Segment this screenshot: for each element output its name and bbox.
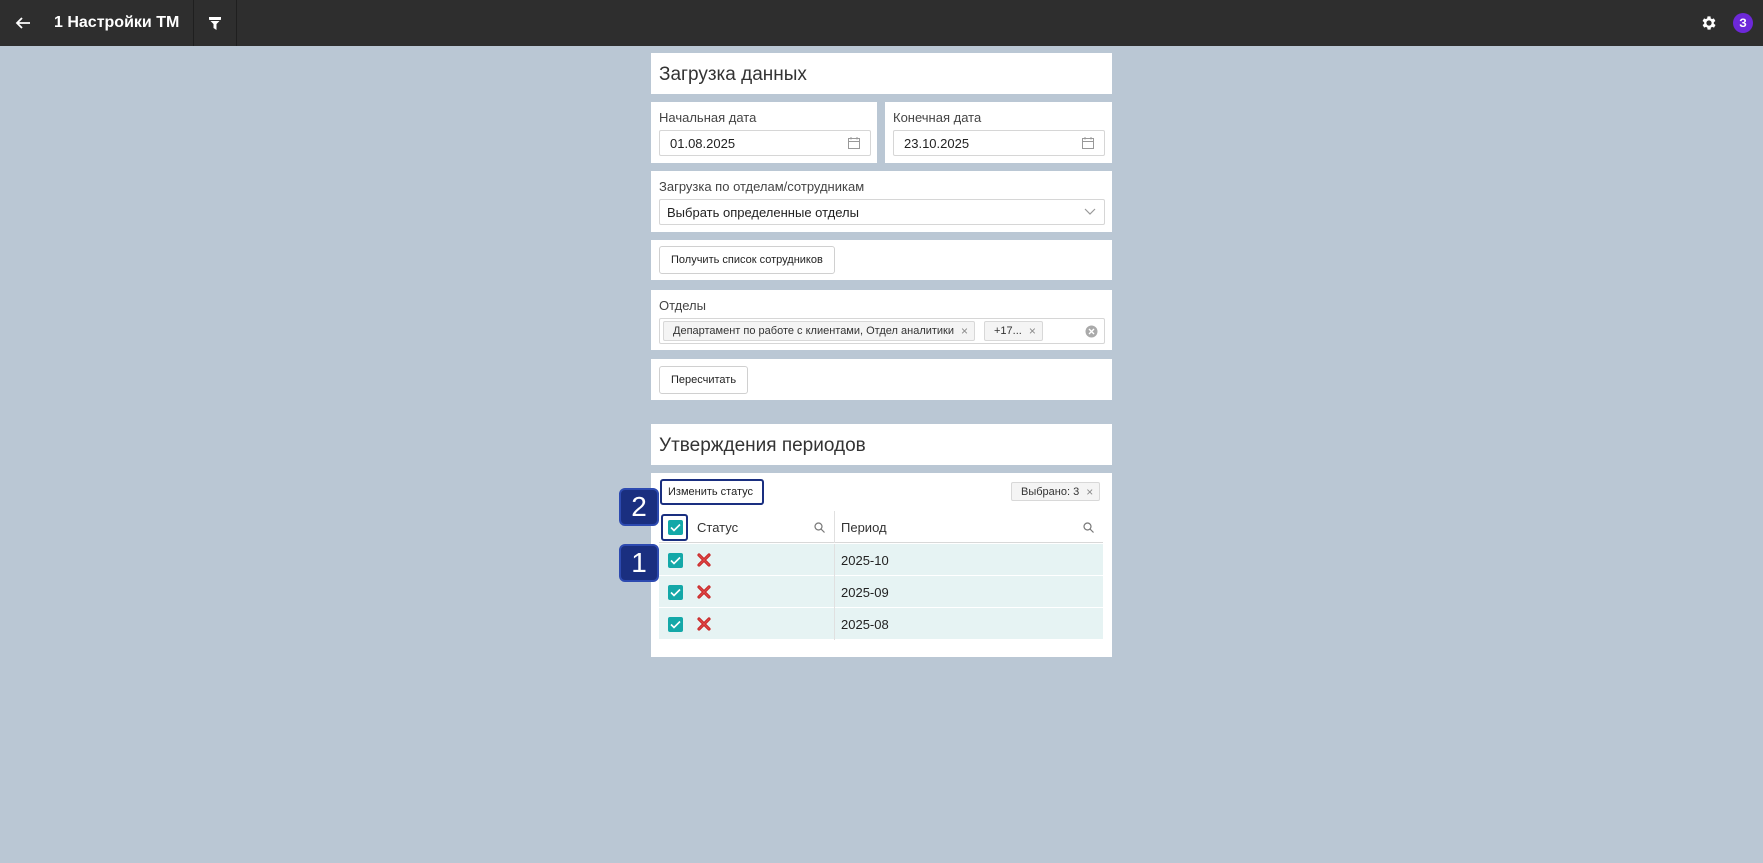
- search-icon[interactable]: [814, 522, 825, 533]
- mode-select[interactable]: Выбрать определенные отделы: [659, 199, 1105, 225]
- column-divider: [834, 544, 835, 576]
- check-icon: [669, 588, 681, 597]
- recalculate-button[interactable]: Пересчитать: [659, 366, 749, 394]
- end-date-label: Конечная дата: [893, 110, 982, 125]
- search-icon[interactable]: [1083, 522, 1094, 533]
- start-date-value: 01.08.2025: [670, 135, 736, 151]
- start-date-field[interactable]: 01.08.2025: [659, 130, 871, 156]
- highlight-box: [660, 479, 764, 505]
- divider: [236, 0, 238, 46]
- settings-button[interactable]: [1689, 0, 1729, 46]
- start-date-panel: Начальная дата 01.08.2025: [651, 102, 877, 163]
- step-marker-1: 1: [619, 544, 659, 582]
- column-header-period[interactable]: Период: [841, 511, 1041, 543]
- departments-panel: Отделы Департамент по работе с клиентами…: [651, 290, 1112, 350]
- period-cell: 2025-10: [841, 552, 889, 568]
- period-cell: 2025-09: [841, 584, 889, 600]
- mode-select-value: Выбрать определенные отделы: [667, 204, 859, 220]
- column-header-label: Период: [841, 519, 887, 535]
- section-heading: Утверждения периодов: [659, 435, 866, 456]
- step-marker-2: 2: [619, 488, 659, 526]
- check-icon: [669, 556, 681, 565]
- highlight-box: [661, 514, 688, 541]
- calendar-icon[interactable]: [1082, 137, 1094, 149]
- top-bar: 1 Настройки ТМ З: [0, 0, 1763, 46]
- close-icon[interactable]: ×: [961, 324, 968, 338]
- page-title: 1 Настройки ТМ: [54, 14, 180, 31]
- row-checkbox[interactable]: [667, 584, 683, 600]
- recalc-panel: Пересчитать: [651, 359, 1112, 400]
- row-checkbox[interactable]: [667, 616, 683, 632]
- table-header: Статус Период: [659, 511, 1103, 543]
- departments-multiselect[interactable]: Департамент по работе с клиентами, Отдел…: [659, 318, 1105, 344]
- department-tag: Департамент по работе с клиентами, Отдел…: [663, 321, 976, 341]
- row-select-cell: [659, 544, 691, 576]
- section-heading: Загрузка данных: [659, 64, 807, 85]
- arrow-left-icon: [15, 17, 30, 29]
- approval-table-panel: Изменить статус Выбрано: 3 × Статус Перио…: [651, 473, 1112, 657]
- column-divider: [834, 576, 835, 608]
- user-avatar[interactable]: З: [1733, 13, 1753, 33]
- close-icon[interactable]: ×: [1086, 485, 1093, 499]
- mode-panel: Загрузка по отделам/сотрудникам Выбрать …: [651, 171, 1112, 232]
- status-cell: [697, 576, 711, 608]
- filter-button[interactable]: [194, 0, 236, 46]
- chevron-down-icon: [1084, 208, 1096, 215]
- column-header-status[interactable]: Статус: [697, 511, 817, 543]
- departments-label: Отделы: [659, 298, 706, 313]
- gear-icon: [1702, 16, 1716, 30]
- end-date-value: 23.10.2025: [904, 135, 970, 151]
- calendar-icon[interactable]: [848, 137, 860, 149]
- approval-heading-panel: Утверждения периодов: [651, 424, 1112, 465]
- start-date-label: Начальная дата: [659, 110, 757, 125]
- check-icon: [669, 620, 681, 629]
- rejected-status-icon: [697, 617, 711, 631]
- selected-count-label: Выбрано: 3: [1021, 485, 1080, 498]
- status-cell: [697, 608, 711, 640]
- clear-icon[interactable]: [1085, 325, 1098, 338]
- more-tag-label: +17...: [994, 325, 1022, 337]
- load-heading-panel: Загрузка данных: [651, 53, 1112, 94]
- mode-label: Загрузка по отделам/сотрудникам: [659, 179, 865, 194]
- status-cell: [697, 544, 711, 576]
- row-select-cell: [659, 608, 691, 640]
- row-checkbox[interactable]: [667, 552, 683, 568]
- filter-icon: [209, 16, 222, 30]
- table-row[interactable]: 2025-10: [659, 544, 1103, 576]
- end-date-field[interactable]: 23.10.2025: [893, 130, 1105, 156]
- column-divider: [834, 608, 835, 640]
- table-row[interactable]: 2025-09: [659, 576, 1103, 608]
- selected-count-badge: Выбрано: 3 ×: [1011, 482, 1101, 501]
- row-select-cell: [659, 576, 691, 608]
- end-date-panel: Конечная дата 23.10.2025: [885, 102, 1112, 163]
- close-icon[interactable]: ×: [1029, 324, 1036, 338]
- get-employees-panel: Получить список сотрудников: [651, 240, 1112, 280]
- column-header-label: Статус: [697, 519, 739, 535]
- more-departments-tag: +17... ×: [984, 321, 1043, 341]
- back-button[interactable]: [0, 0, 46, 46]
- department-tag-label: Департамент по работе с клиентами, Отдел…: [673, 325, 955, 337]
- table-row[interactable]: 2025-08: [659, 608, 1103, 640]
- rejected-status-icon: [697, 553, 711, 567]
- period-cell: 2025-08: [841, 616, 889, 632]
- get-employees-button[interactable]: Получить список сотрудников: [659, 246, 835, 274]
- column-divider: [834, 511, 835, 543]
- rejected-status-icon: [697, 585, 711, 599]
